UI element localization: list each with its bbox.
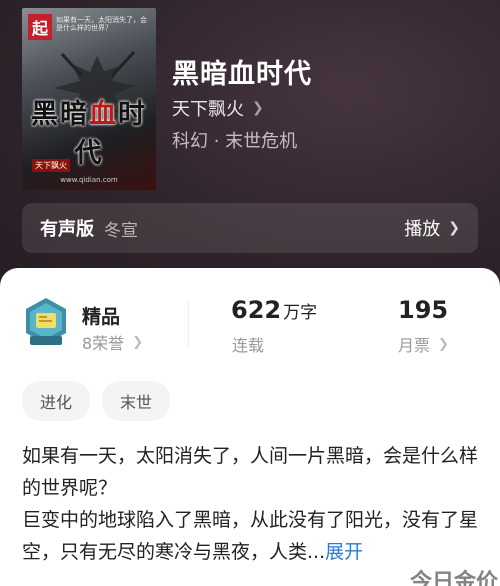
book-title: 黑暗血时代 [172,59,312,90]
book-cover[interactable]: 起 如果有一天，太阳消失了，会是什么样的世界？ 黑暗血时代 天下飘火 www.q… [22,8,156,190]
audiobook-narrator: 冬宣 [104,220,138,241]
monthly-votes-label: 月票 [398,336,431,355]
quality-tier: 精品 [82,306,121,328]
chevron-right-icon: ❯ [132,334,144,350]
author-name: 天下飘火 [172,99,244,120]
word-count-unit: 万字 [283,303,318,323]
monthly-votes-link[interactable]: 月票 ❯ [398,332,449,356]
book-info-card: 精品 8荣誉 ❯ 622 万字 连载 195 月票 ❯ 进化 末世 如果有一天，… [0,268,500,586]
audiobook-bar[interactable]: 有声版 冬宣 播放 ❯ [22,203,478,253]
tag-chip[interactable]: 末世 [102,381,171,421]
watermark: 今日金价 [409,569,498,586]
cover-url: www.qidian.com [60,176,118,184]
chevron-right-icon: ❯ [252,100,264,116]
word-count-number: 622 [231,296,282,324]
tag-chip[interactable]: 进化 [22,381,91,421]
description-line: 巨变中的地球陷入了黑暗，从此没有了阳光，没有了星空，只有无尽的寒冷与黑夜，人类.… [22,509,479,563]
play-label: 播放 [404,219,441,240]
chevron-right-icon: ❯ [438,336,449,352]
book-description: 如果有一天，太阳消失了，人间一片黑暗，会是什么样的世界呢？ 巨变中的地球陷入了黑… [22,440,480,568]
medal-icon[interactable] [22,296,70,348]
audiobook-label: 有声版 [40,219,94,240]
tag-list: 进化 末世 [22,381,171,421]
stats-divider [188,302,189,346]
book-header: 起 如果有一天，太阳消失了，会是什么样的世界？ 黑暗血时代 天下飘火 www.q… [0,0,500,300]
cover-author-tag: 天下飘火 [32,159,70,172]
monthly-votes-count: 195 [398,296,449,324]
book-genre: 科幻 · 末世危机 [172,131,298,152]
stats-row: 精品 8荣誉 ❯ 622 万字 连载 195 月票 ❯ [0,268,500,368]
expand-link[interactable]: 展开 [325,541,363,563]
honor-count: 8荣誉 [82,334,125,353]
play-button[interactable]: 播放 ❯ [404,215,460,241]
chevron-right-icon: ❯ [448,220,460,236]
cover-tagline: 如果有一天，太阳消失了，会是什么样的世界？ [56,16,147,33]
author-link[interactable]: 天下飘火 ❯ [172,95,264,121]
serial-status: 连载 [232,336,265,355]
honor-link[interactable]: 8荣誉 ❯ [82,330,143,354]
cover-logo-badge: 起 [28,14,52,40]
word-count: 622 万字 [231,296,317,324]
description-line: 如果有一天，太阳消失了，人间一片黑暗，会是什么样的世界呢？ [22,445,479,499]
